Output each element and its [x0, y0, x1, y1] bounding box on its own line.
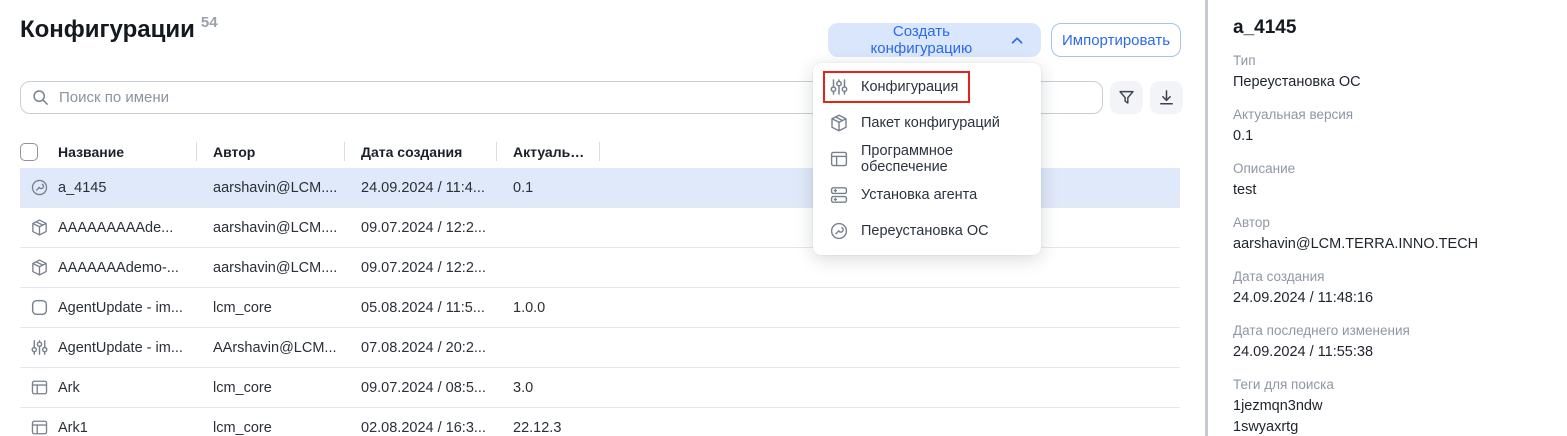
field-value: 1jezmqn3ndw — [1233, 396, 1543, 417]
software-icon — [829, 149, 849, 169]
row-author: lcm_core — [197, 380, 345, 396]
menu-item-agent-install[interactable]: Установка агента — [813, 177, 1041, 213]
row-version: 22.12.3 — [497, 420, 600, 436]
package-icon — [30, 218, 49, 237]
import-button-label: Импортировать — [1062, 32, 1170, 49]
table-row[interactable]: Ark lcm_core 09.07.2024 / 08:5... 3.0 — [20, 368, 1180, 408]
table-row[interactable]: Ark1 lcm_core 02.08.2024 / 16:3... 22.12… — [20, 408, 1180, 436]
chevron-up-icon — [1009, 32, 1025, 49]
field-value: 24.09.2024 / 11:55:38 — [1233, 342, 1543, 363]
create-configuration-label: Создать конфигурацию — [844, 23, 999, 57]
sliders-icon — [30, 338, 49, 357]
table-row[interactable]: AgentUpdate - im... AArshavin@LCM... 07.… — [20, 328, 1180, 368]
row-created-date: 09.07.2024 / 12:2... — [345, 260, 497, 276]
table-row[interactable]: AgentUpdate - im... lcm_core 05.08.2024 … — [20, 288, 1180, 328]
row-created-date: 07.08.2024 / 20:2... — [345, 340, 497, 356]
details-field: Дата создания 24.09.2024 / 11:48:16 — [1233, 269, 1543, 309]
funnel-icon — [1117, 88, 1136, 107]
row-name: Ark — [58, 380, 197, 396]
field-label: Дата последнего изменения — [1233, 323, 1543, 338]
menu-item-label: Конфигурация — [861, 79, 958, 95]
row-created-date: 02.08.2024 / 16:3... — [345, 420, 497, 436]
field-label: Описание — [1233, 161, 1543, 176]
download-icon — [1157, 88, 1176, 107]
package-icon — [829, 113, 849, 133]
page-title: Конфигурации54 — [20, 16, 218, 44]
checkbox-icon — [30, 298, 49, 317]
toolbar-actions: Создать конфигурацию Импортировать — [828, 23, 1181, 57]
row-author: aarshavin@LCM.... — [197, 260, 345, 276]
field-label: Автор — [1233, 215, 1543, 230]
field-value: aarshavin@LCM.TERRA.INNO.TECH — [1233, 234, 1543, 255]
package-icon — [30, 258, 49, 277]
details-field: Дата последнего изменения 24.09.2024 / 1… — [1233, 323, 1543, 363]
details-field: Тип Переустановка ОС — [1233, 53, 1543, 93]
details-field: Автор aarshavin@LCM.TERRA.INNO.TECH — [1233, 215, 1543, 255]
menu-item-label: Установка агента — [861, 187, 977, 203]
row-author: lcm_core — [197, 300, 345, 316]
field-label: Теги для поиска — [1233, 377, 1543, 392]
menu-item-sliders[interactable]: Конфигурация — [813, 69, 1041, 105]
row-name: AgentUpdate - im... — [58, 300, 197, 316]
row-name: AAAAAAAdemo-... — [58, 260, 197, 276]
menu-item-label: Переустановка ОС — [861, 223, 989, 239]
software-icon — [30, 378, 49, 397]
row-created-date: 09.07.2024 / 12:2... — [345, 220, 497, 236]
software-icon — [30, 418, 49, 436]
import-button[interactable]: Импортировать — [1051, 23, 1181, 57]
row-created-date: 05.08.2024 / 11:5... — [345, 300, 497, 316]
row-created-date: 09.07.2024 / 08:5... — [345, 380, 497, 396]
row-name: Ark1 — [58, 420, 197, 436]
filter-button[interactable] — [1110, 81, 1143, 114]
field-value: 0.1 — [1233, 126, 1543, 147]
menu-item-wrench-circle[interactable]: Переустановка ОС — [813, 213, 1041, 249]
details-panel: a_4145 Тип Переустановка ОС Актуальная в… — [1205, 0, 1567, 436]
details-fields: Тип Переустановка ОС Актуальная версия 0… — [1233, 53, 1543, 436]
row-name: AAAAAAAAAde... — [58, 220, 197, 236]
column-header-author[interactable]: Автор — [197, 135, 345, 168]
field-label: Актуальная версия — [1233, 107, 1543, 122]
wrench-circle-icon — [829, 221, 849, 241]
row-author: aarshavin@LCM.... — [197, 220, 345, 236]
menu-item-label: Пакет конфигураций — [861, 115, 1000, 131]
create-configuration-button[interactable]: Создать конфигурацию — [828, 23, 1041, 57]
field-label: Дата создания — [1233, 269, 1543, 284]
column-header-name[interactable]: Название — [58, 135, 197, 168]
details-title: a_4145 — [1233, 17, 1543, 39]
field-label: Тип — [1233, 53, 1543, 68]
row-version: 3.0 — [497, 380, 600, 396]
row-version: 1.0.0 — [497, 300, 600, 316]
export-button[interactable] — [1150, 81, 1183, 114]
row-created-date: 24.09.2024 / 11:4... — [345, 180, 497, 196]
menu-item-package[interactable]: Пакет конфигураций — [813, 105, 1041, 141]
details-field: Актуальная версия 0.1 — [1233, 107, 1543, 147]
column-header-version[interactable]: Актуаль… — [497, 135, 600, 168]
field-value: 1swyaxrtg — [1233, 417, 1543, 436]
row-name: a_4145 — [58, 180, 197, 196]
sliders-icon — [829, 77, 849, 97]
search-icon — [31, 88, 50, 107]
wrench-circle-icon — [30, 178, 49, 197]
details-field: Описание test — [1233, 161, 1543, 201]
row-author: aarshavin@LCM.... — [197, 180, 345, 196]
field-value: 24.09.2024 / 11:48:16 — [1233, 288, 1543, 309]
field-value: Переустановка ОС — [1233, 72, 1543, 93]
column-header-created[interactable]: Дата создания — [345, 135, 497, 168]
select-all-cell — [20, 135, 58, 168]
row-version: 0.1 — [497, 180, 600, 196]
menu-item-software[interactable]: Программное обеспечение — [813, 141, 1041, 177]
row-author: AArshavin@LCM... — [197, 340, 345, 356]
menu-item-label: Программное обеспечение — [861, 143, 1031, 175]
select-all-checkbox[interactable] — [20, 143, 38, 161]
items-count-badge: 54 — [201, 14, 218, 31]
row-name: AgentUpdate - im... — [58, 340, 197, 356]
details-field: Теги для поиска 1jezmqn3ndw1swyaxrtg — [1233, 377, 1543, 436]
field-value: test — [1233, 180, 1543, 201]
agent-install-icon — [829, 185, 849, 205]
row-author: lcm_core — [197, 420, 345, 436]
create-menu: Конфигурация Пакет конфигураций Программ… — [813, 63, 1041, 255]
main-content: Конфигурации54 Создать конфигурацию Импо… — [0, 0, 1205, 436]
